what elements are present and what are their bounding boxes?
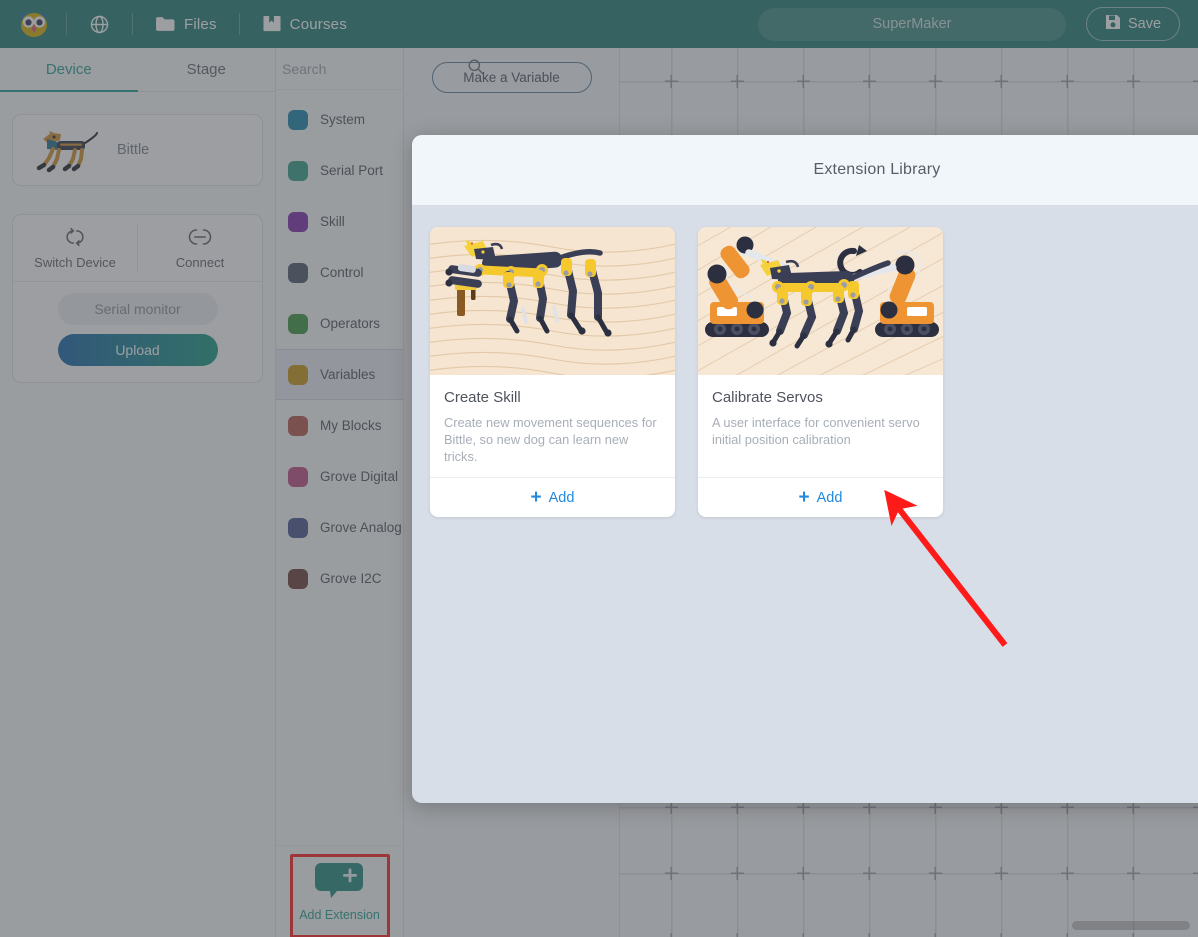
- extension-card[interactable]: Calibrate Servos A user interface for con…: [698, 227, 943, 518]
- extension-card-grid: Create Skill Create new movement sequence…: [412, 205, 1198, 518]
- extension-meta: Calibrate Servos A user interface for con…: [698, 375, 943, 477]
- extension-add-button[interactable]: + Add: [698, 477, 943, 517]
- extension-add-button[interactable]: + Add: [430, 477, 675, 517]
- extension-meta: Create Skill Create new movement sequence…: [430, 375, 675, 477]
- extension-thumbnail: [430, 227, 675, 375]
- extension-card[interactable]: Create Skill Create new movement sequence…: [430, 227, 675, 518]
- extension-add-label: Add: [548, 489, 575, 506]
- extension-thumbnail: [698, 227, 943, 375]
- plus-icon: +: [798, 487, 810, 509]
- robot-dog-jumping-hurdle-art: [430, 227, 675, 375]
- extension-title: Create Skill: [444, 389, 521, 406]
- extension-add-label: Add: [816, 489, 843, 506]
- extension-library-modal: Extension Library Create Skill Create ne…: [412, 135, 1198, 803]
- extension-description: A user interface for convenient servo in…: [712, 415, 920, 447]
- plus-icon: +: [530, 487, 542, 509]
- robot-dog-with-robotic-arms-art: [698, 227, 943, 375]
- extension-title: Calibrate Servos: [712, 389, 823, 406]
- modal-title: Extension Library: [412, 135, 1198, 205]
- extension-description: Create new movement sequences for Bittle…: [444, 415, 657, 464]
